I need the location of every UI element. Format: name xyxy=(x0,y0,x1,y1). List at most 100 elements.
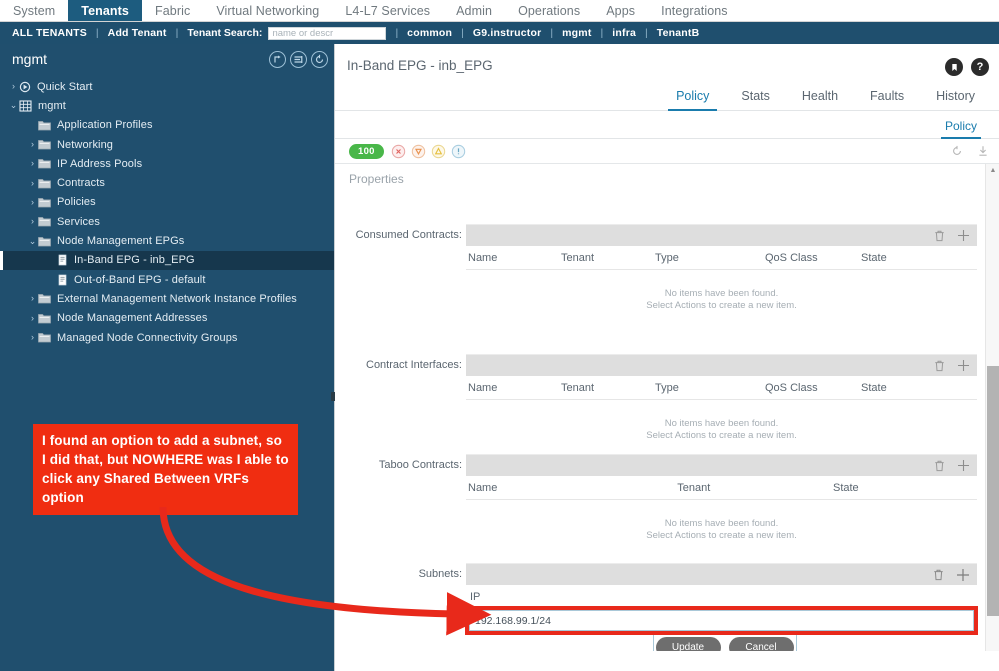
sidebar-item-label: Managed Node Connectivity Groups xyxy=(57,331,238,344)
sidebar-item-mgmt[interactable]: ⌄ mgmt xyxy=(0,96,334,115)
major-fault-icon[interactable] xyxy=(411,144,426,159)
tenant-link-g9-instructor[interactable]: G9.instructor xyxy=(473,27,542,39)
help-icon[interactable]: ? xyxy=(971,58,989,76)
add-tenant-link[interactable]: Add Tenant xyxy=(108,27,167,39)
subnet-edit-buttons: Update Cancel xyxy=(652,631,797,651)
column-header-qos-class[interactable]: QoS Class xyxy=(763,382,859,394)
health-score-badge[interactable]: 100 xyxy=(349,143,384,159)
tab-history[interactable]: History xyxy=(920,89,991,110)
trash-icon[interactable] xyxy=(933,569,944,581)
topnav-item-l4-l7-services[interactable]: L4-L7 Services xyxy=(332,0,443,21)
chevron-right-icon[interactable]: › xyxy=(27,333,38,342)
column-header-state[interactable]: State xyxy=(831,482,977,494)
topnav-item-system[interactable]: System xyxy=(0,0,68,21)
bookmark-icon[interactable] xyxy=(945,58,963,76)
refresh-icon[interactable] xyxy=(951,145,963,157)
topnav-item-apps[interactable]: Apps xyxy=(593,0,648,21)
plus-icon[interactable] xyxy=(957,359,970,372)
sidebar-item-managed-node-connectivity-groups[interactable]: › Managed Node Connectivity Groups xyxy=(0,328,334,347)
tab-faults[interactable]: Faults xyxy=(854,89,920,110)
empty-state-message: No items have been found. Select Actions … xyxy=(466,500,977,541)
column-header-tenant[interactable]: Tenant xyxy=(675,482,831,494)
chevron-down-icon[interactable]: ⌄ xyxy=(27,236,38,246)
column-headers: Name Tenant State xyxy=(466,476,977,500)
tenant-icon xyxy=(19,100,32,112)
properties-body: Properties ▲ Consumed Contracts: Name Tena… xyxy=(335,164,999,651)
tenant-link-mgmt[interactable]: mgmt xyxy=(562,27,591,39)
minor-fault-icon[interactable] xyxy=(431,144,446,159)
sidebar-item-ip-address-pools[interactable]: › IP Address Pools xyxy=(0,154,334,173)
column-header-state[interactable]: State xyxy=(859,382,949,394)
critical-fault-icon[interactable] xyxy=(391,144,406,159)
warning-fault-icon[interactable] xyxy=(451,144,466,159)
column-header-type[interactable]: Type xyxy=(653,252,763,264)
sidebar-item-external-management-network-instance-profiles[interactable]: › External Management Network Instance Pr… xyxy=(0,289,334,308)
topnav-item-virtual-networking[interactable]: Virtual Networking xyxy=(203,0,332,21)
filter-icon[interactable] xyxy=(290,50,307,68)
topnav-item-tenants[interactable]: Tenants xyxy=(68,0,142,21)
column-header-name[interactable]: Name xyxy=(466,382,559,394)
refresh-icon[interactable] xyxy=(311,50,328,68)
trash-icon[interactable] xyxy=(934,460,945,472)
trash-icon[interactable] xyxy=(934,360,945,372)
plus-icon[interactable] xyxy=(957,459,970,472)
scroll-up-arrow-icon[interactable]: ▲ xyxy=(986,164,999,176)
tab-health[interactable]: Health xyxy=(786,89,854,110)
chevron-right-icon[interactable]: › xyxy=(27,294,38,303)
sidebar-item-contracts[interactable]: › Contracts xyxy=(0,173,334,192)
column-header-type[interactable]: Type xyxy=(653,382,763,394)
chevron-right-icon[interactable]: › xyxy=(27,313,38,323)
topnav-item-fabric[interactable]: Fabric xyxy=(142,0,203,21)
sidebar-item-services[interactable]: › Services xyxy=(0,212,334,231)
section-subnets: Subnets: IP Update Cancel xyxy=(419,563,977,651)
chevron-right-icon[interactable]: › xyxy=(27,159,38,168)
sidebar-item-policies[interactable]: › Policies xyxy=(0,193,334,212)
all-tenants-link[interactable]: ALL TENANTS xyxy=(12,27,87,39)
sidebar-item-node-management-addresses[interactable]: › Node Management Addresses xyxy=(0,309,334,328)
column-header-tenant[interactable]: Tenant xyxy=(559,382,653,394)
download-icon[interactable] xyxy=(977,145,989,157)
sidebar-item-node-management-epgs[interactable]: ⌄ Node Management EPGs xyxy=(0,231,334,250)
chevron-right-icon[interactable]: › xyxy=(27,178,38,188)
subnet-ip-input[interactable] xyxy=(469,610,974,631)
tenant-link-common[interactable]: common xyxy=(407,27,452,39)
column-header-tenant[interactable]: Tenant xyxy=(559,252,653,264)
separator: | xyxy=(395,27,399,39)
separator: | xyxy=(550,27,554,39)
chevron-down-icon[interactable]: ⌄ xyxy=(8,101,19,110)
column-header-name[interactable]: Name xyxy=(466,252,559,264)
column-header-qos-class[interactable]: QoS Class xyxy=(763,252,859,264)
tab-policy[interactable]: Policy xyxy=(660,89,725,111)
sidebar-item-out-of-band-epg-default[interactable]: Out-of-Band EPG - default xyxy=(0,270,334,289)
column-header-name[interactable]: Name xyxy=(466,482,675,494)
column-header-state[interactable]: State xyxy=(859,252,949,264)
update-button[interactable]: Update xyxy=(655,637,721,651)
plus-icon[interactable] xyxy=(957,229,970,242)
sidebar-item-quick-start[interactable]: › Quick Start xyxy=(0,77,334,96)
empty-line-2: Select Actions to create a new item. xyxy=(646,299,797,311)
trash-icon[interactable] xyxy=(934,230,945,242)
sidebar-item-in-band-epg-inb-epg[interactable]: In-Band EPG - inb_EPG xyxy=(0,250,334,271)
cancel-button[interactable]: Cancel xyxy=(728,637,794,651)
empty-state-message: No items have been found. Select Actions … xyxy=(466,400,977,441)
sidebar-item-application-profiles[interactable]: Application Profiles xyxy=(0,116,334,135)
plus-icon[interactable] xyxy=(956,568,970,582)
chevron-right-icon[interactable]: › xyxy=(27,197,38,207)
chevron-right-icon[interactable]: › xyxy=(27,217,38,226)
section-contract-interfaces: Contract Interfaces: Name Tenant Type QoS Cl… xyxy=(366,354,977,441)
chevron-right-icon[interactable]: › xyxy=(27,140,38,149)
tenant-search-input[interactable] xyxy=(268,26,387,40)
chevron-right-icon[interactable]: › xyxy=(8,82,19,91)
tenant-link-infra[interactable]: infra xyxy=(612,27,636,39)
topnav-item-operations[interactable]: Operations xyxy=(505,0,593,21)
topnav-item-admin[interactable]: Admin xyxy=(443,0,505,21)
sidebar-item-networking[interactable]: › Networking xyxy=(0,135,334,154)
topnav-item-integrations[interactable]: Integrations xyxy=(648,0,741,21)
tenant-link-tenantb[interactable]: TenantB xyxy=(657,27,700,39)
empty-line-2: Select Actions to create a new item. xyxy=(646,529,797,541)
collapse-all-icon[interactable] xyxy=(269,50,286,68)
subtab-policy[interactable]: Policy xyxy=(940,119,982,139)
tab-stats[interactable]: Stats xyxy=(725,89,786,110)
properties-scrollbar[interactable]: ▲ xyxy=(985,164,999,651)
scrollbar-thumb[interactable] xyxy=(987,366,999,616)
